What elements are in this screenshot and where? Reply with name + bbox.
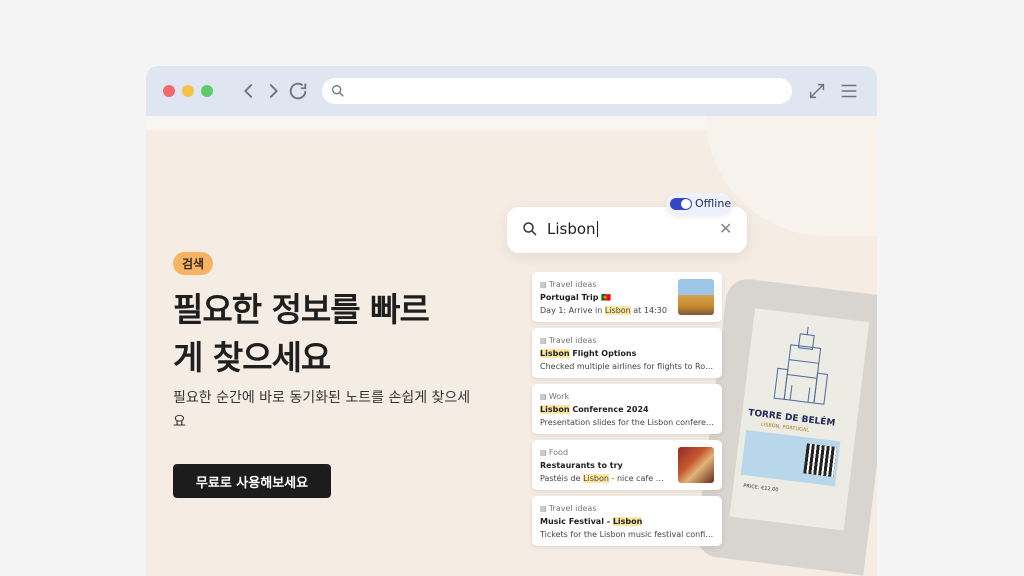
result-description: Checked multiple airlines for flights to… [540, 362, 716, 371]
close-window-button[interactable] [163, 85, 175, 97]
result-description: Tickets for the Lisbon music festival co… [540, 530, 716, 539]
section-badge: 검색 [173, 252, 214, 275]
headline-line-2: 게 찾으세요 [173, 338, 331, 377]
result-title: Portugal Trip 🇵🇹 [540, 293, 612, 302]
offline-toggle[interactable]: Offline [666, 193, 732, 215]
result-category: Travel ideas [540, 336, 597, 345]
search-result-item[interactable]: Travel ideas Portugal Trip 🇵🇹 Day 1: Arr… [532, 272, 722, 322]
headline-line-1: 필요한 정보를 빠르 [173, 290, 430, 329]
result-title: Lisbon Conference 2024 [540, 405, 649, 414]
result-thumbnail [678, 279, 714, 315]
clear-search-icon[interactable]: ✕ [719, 219, 732, 238]
offline-label: Offline [695, 197, 732, 210]
menu-icon[interactable] [838, 80, 860, 102]
expand-icon[interactable] [806, 80, 828, 102]
reload-icon[interactable] [287, 80, 309, 102]
result-description: Pastéis de Lisbon - nice cafe cl... [540, 474, 668, 483]
back-icon[interactable] [238, 80, 260, 102]
result-title: Music Festival - Lisbon [540, 517, 643, 526]
tower-drawing [773, 326, 829, 405]
browser-window: 검색 필요한 정보를 빠르 게 찾으세요 필요한 순간에 바로 동기화된 노트를… [146, 66, 877, 576]
result-description: Day 1: Arrive in Lisbon at 14:30 [540, 306, 667, 315]
forward-icon[interactable] [262, 80, 284, 102]
try-free-button[interactable]: 무료로 사용해보세요 [173, 464, 331, 498]
page-title: 필요한 정보를 빠르 게 찾으세요 [173, 286, 493, 382]
result-title: Restaurants to try [540, 461, 623, 470]
result-category: Work [540, 392, 569, 401]
minimize-window-button[interactable] [182, 85, 194, 97]
result-title: Lisbon Flight Options [540, 349, 637, 358]
result-description: Presentation slides for the Lisbon confe… [540, 418, 716, 427]
browser-toolbar [146, 66, 877, 116]
result-category: Food [540, 448, 568, 457]
search-icon [330, 83, 346, 99]
search-result-item[interactable]: Work Lisbon Conference 2024 Presentation… [532, 384, 722, 434]
toggle-switch[interactable] [670, 198, 692, 210]
maximize-window-button[interactable] [201, 85, 213, 97]
result-category: Travel ideas [540, 504, 597, 513]
result-thumbnail [678, 447, 714, 483]
hero-subtitle: 필요한 순간에 바로 동기화된 노트를 손쉽게 찾으세요 [173, 390, 471, 430]
search-result-item[interactable]: Travel ideas Music Festival - Lisbon Tic… [532, 496, 722, 546]
page-content: 검색 필요한 정보를 빠르 게 찾으세요 필요한 순간에 바로 동기화된 노트를… [146, 116, 877, 576]
search-result-item[interactable]: Travel ideas Lisbon Flight Options Check… [532, 328, 722, 378]
qr-code-icon [803, 443, 837, 477]
address-bar[interactable] [322, 78, 792, 104]
search-query[interactable]: Lisbon [547, 220, 598, 238]
result-category: Travel ideas [540, 280, 597, 289]
search-result-item[interactable]: Food Restaurants to try Pastéis de Lisbo… [532, 440, 722, 490]
url-input[interactable] [352, 81, 782, 101]
search-icon [521, 220, 539, 238]
